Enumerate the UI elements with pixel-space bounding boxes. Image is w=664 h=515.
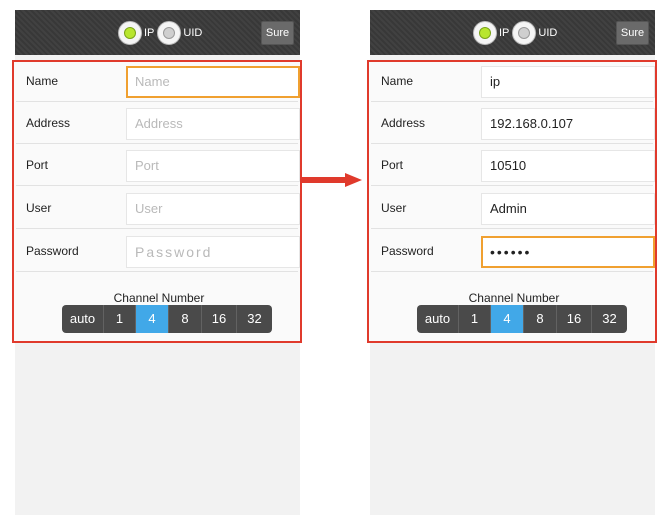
user-label: User (26, 201, 52, 215)
address-input[interactable]: Address (126, 108, 300, 140)
form-row-address: Address 192.168.0.107 (371, 104, 655, 144)
form-row-name: Name Name (16, 62, 300, 102)
channel-option-1[interactable]: 1 (104, 305, 136, 333)
form-row-password: Password Password (16, 232, 300, 272)
channel-option-32[interactable]: 32 (592, 305, 627, 333)
mode-label-uid: UID (538, 26, 558, 39)
mode-option-uid[interactable]: UID (512, 20, 558, 45)
phone-screen-before: IP UID Sure Name Name Address Address Po… (12, 10, 302, 515)
channel-option-auto[interactable]: auto (62, 305, 104, 333)
channel-option-8[interactable]: 8 (169, 305, 202, 333)
uid-radio-icon[interactable] (512, 20, 537, 45)
arrow-right-icon (301, 173, 362, 187)
mode-option-uid[interactable]: UID (157, 20, 203, 45)
form-row-name: Name ip (371, 62, 655, 102)
device-form-highlight: Name Name Address Address Port Port User… (12, 60, 302, 343)
password-input[interactable]: •••••• (481, 236, 655, 268)
channel-number-selector: auto 1 4 8 16 32 (62, 305, 272, 333)
channel-option-32[interactable]: 32 (237, 305, 272, 333)
top-bar: IP UID Sure (370, 10, 655, 55)
phone-screen-after: IP UID Sure Name ip Address 192.168.0.10… (367, 10, 657, 515)
connection-mode-group: IP UID (473, 19, 560, 46)
user-input[interactable]: User (126, 193, 300, 225)
form-row-port: Port Port (16, 146, 300, 186)
mode-label-ip: IP (144, 26, 155, 39)
channel-option-4[interactable]: 4 (491, 305, 524, 333)
top-bar: IP UID Sure (15, 10, 300, 55)
channel-option-8[interactable]: 8 (524, 305, 557, 333)
sure-button[interactable]: Sure (261, 21, 294, 45)
user-label: User (381, 201, 407, 215)
user-input[interactable]: Admin (481, 193, 655, 225)
channel-number-selector: auto 1 4 8 16 32 (417, 305, 627, 333)
port-input[interactable]: 10510 (481, 150, 655, 182)
channel-option-1[interactable]: 1 (459, 305, 491, 333)
uid-radio-icon[interactable] (157, 20, 182, 45)
mode-option-ip[interactable]: IP (473, 20, 510, 45)
port-input[interactable]: Port (126, 150, 300, 182)
port-label: Port (381, 158, 404, 172)
name-label: Name (381, 74, 414, 88)
channel-option-16[interactable]: 16 (557, 305, 592, 333)
name-input[interactable]: ip (481, 66, 655, 98)
form-row-user: User Admin (371, 189, 655, 229)
sure-button[interactable]: Sure (616, 21, 649, 45)
mode-label-ip: IP (499, 26, 510, 39)
channel-option-16[interactable]: 16 (202, 305, 237, 333)
channel-number-title: Channel Number (468, 291, 560, 305)
connection-mode-group: IP UID (118, 19, 205, 46)
form-row-address: Address Address (16, 104, 300, 144)
mode-option-ip[interactable]: IP (118, 20, 155, 45)
device-form-highlight: Name ip Address 192.168.0.107 Port 10510… (367, 60, 657, 343)
password-input[interactable]: Password (126, 236, 300, 268)
channel-number-title: Channel Number (113, 291, 205, 305)
form-row-port: Port 10510 (371, 146, 655, 186)
channel-option-auto[interactable]: auto (417, 305, 459, 333)
ip-radio-icon[interactable] (118, 20, 142, 45)
address-input[interactable]: 192.168.0.107 (481, 108, 655, 140)
mode-label-uid: UID (183, 26, 203, 39)
address-label: Address (381, 116, 426, 130)
address-label: Address (26, 116, 71, 130)
ip-radio-icon[interactable] (473, 20, 497, 45)
name-label: Name (26, 74, 59, 88)
form-row-password: Password •••••• (371, 232, 655, 272)
password-label: Password (381, 244, 434, 258)
port-label: Port (26, 158, 49, 172)
name-input[interactable]: Name (126, 66, 300, 98)
channel-option-4[interactable]: 4 (136, 305, 169, 333)
form-row-user: User User (16, 189, 300, 229)
password-label: Password (26, 244, 79, 258)
